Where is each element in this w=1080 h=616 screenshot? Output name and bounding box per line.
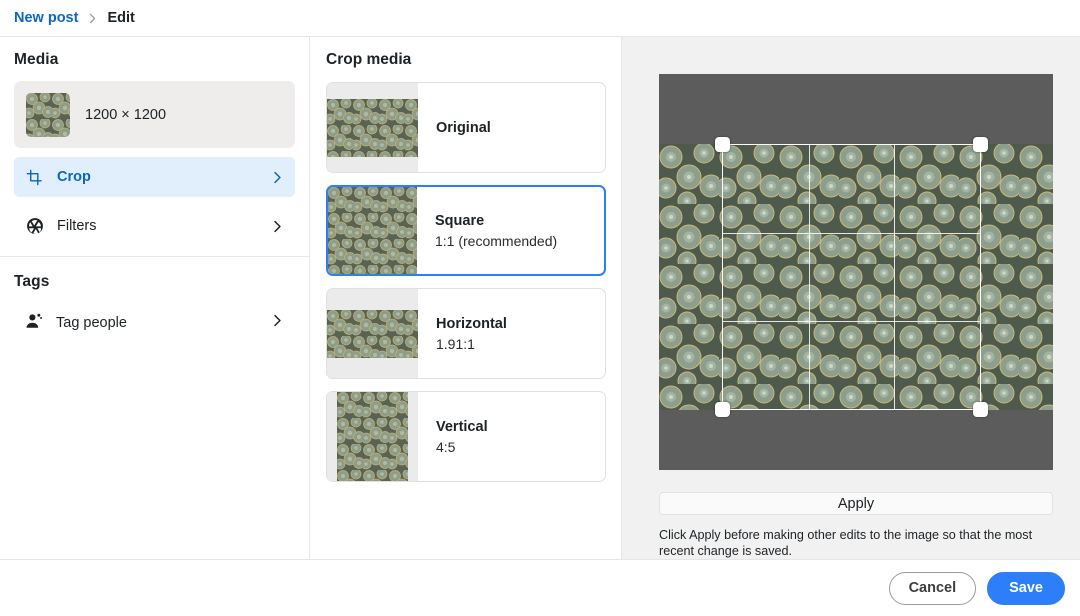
grid-line-horizontal-1	[723, 232, 980, 234]
tags-section: Tags Tag people	[0, 256, 309, 353]
sidebar-item-filters[interactable]: Filters	[14, 206, 295, 246]
footer-action-bar: Cancel Save	[0, 559, 1080, 616]
chevron-right-icon	[87, 13, 98, 24]
grid-line-vertical-2	[894, 145, 896, 409]
crop-preview-vertical	[327, 392, 418, 481]
crop-icon	[25, 168, 44, 187]
media-section-title: Media	[14, 51, 59, 68]
crop-option-vertical-ratio: 4:5	[436, 438, 456, 455]
grid-line-horizontal-2	[723, 320, 980, 322]
breadcrumb: New post Edit	[0, 0, 1080, 37]
crop-option-original-meta: Original	[418, 83, 605, 172]
media-card[interactable]: 1200 × 1200	[14, 81, 295, 148]
crop-option-square-meta: Square 1:1 (recommended)	[417, 187, 604, 274]
chevron-right-icon	[270, 219, 284, 233]
crop-preview-square	[328, 187, 417, 274]
crop-option-square-ratio: 1:1 (recommended)	[435, 232, 558, 249]
image-preview-panel: Apply Click Apply before making other ed…	[622, 37, 1080, 559]
crop-option-original-name: Original	[436, 119, 491, 136]
crop-option-horizontal-name: Horizontal	[436, 315, 507, 332]
apply-note: Click Apply before making other edits to…	[659, 528, 1033, 558]
handle-top-left[interactable]	[715, 137, 730, 152]
crop-option-horizontal-meta: Horizontal 1.91:1	[418, 289, 605, 378]
page-title: Edit	[107, 10, 135, 26]
crop-option-original[interactable]: Original	[326, 82, 606, 173]
image-canvas[interactable]	[659, 74, 1053, 470]
crop-option-square-name: Square	[435, 212, 485, 229]
crop-option-vertical-meta: Vertical 4:5	[418, 392, 605, 481]
chevron-right-icon	[270, 170, 284, 184]
crop-option-horizontal[interactable]: Horizontal 1.91:1	[326, 288, 606, 379]
image-editor-window: New post Edit Media 1200 × 1200 Crop Fil…	[0, 0, 1080, 616]
aperture-icon	[25, 217, 44, 236]
crop-option-vertical-name: Vertical	[436, 418, 488, 435]
handle-bottom-left[interactable]	[715, 402, 730, 417]
breadcrumb-parent-link[interactable]: New post	[14, 10, 78, 26]
media-thumbnail	[26, 92, 70, 137]
crop-preview-horizontal	[327, 289, 418, 378]
tag-person-icon	[25, 312, 43, 335]
crop-option-vertical[interactable]: Vertical 4:5	[326, 391, 606, 482]
crop-panel-title: Crop media	[326, 51, 412, 68]
editor-body: Media 1200 × 1200 Crop Filters Tags Tag …	[0, 37, 1080, 559]
handle-top-right[interactable]	[973, 137, 988, 152]
sidebar-item-tag-people-label: Tag people	[56, 315, 127, 331]
grid-line-vertical-1	[808, 145, 810, 409]
sidebar-item-tag-people[interactable]: Tag people	[14, 303, 295, 343]
sidebar-item-crop[interactable]: Crop	[14, 157, 295, 197]
sidebar-item-filters-label: Filters	[57, 218, 97, 234]
crop-option-horizontal-ratio: 1.91:1	[436, 335, 475, 352]
media-section: Media 1200 × 1200 Crop Filters	[0, 37, 309, 256]
media-dimensions: 1200 × 1200	[85, 106, 167, 123]
crop-options-panel: Crop media Original Square 1:1 (recommen…	[310, 37, 622, 559]
sidebar-item-crop-label: Crop	[57, 169, 91, 185]
crop-overlay-grid[interactable]	[715, 137, 988, 417]
cancel-button[interactable]: Cancel	[888, 571, 977, 605]
chevron-right-icon	[271, 314, 284, 332]
handle-bottom-right[interactable]	[973, 402, 988, 417]
crop-preview-original	[327, 83, 418, 172]
crop-option-square[interactable]: Square 1:1 (recommended)	[326, 185, 606, 276]
apply-button[interactable]: Apply	[659, 492, 1053, 516]
save-button[interactable]: Save	[987, 571, 1065, 605]
tags-section-title: Tags	[14, 273, 50, 290]
sidebar: Media 1200 × 1200 Crop Filters Tags Tag …	[0, 37, 310, 559]
